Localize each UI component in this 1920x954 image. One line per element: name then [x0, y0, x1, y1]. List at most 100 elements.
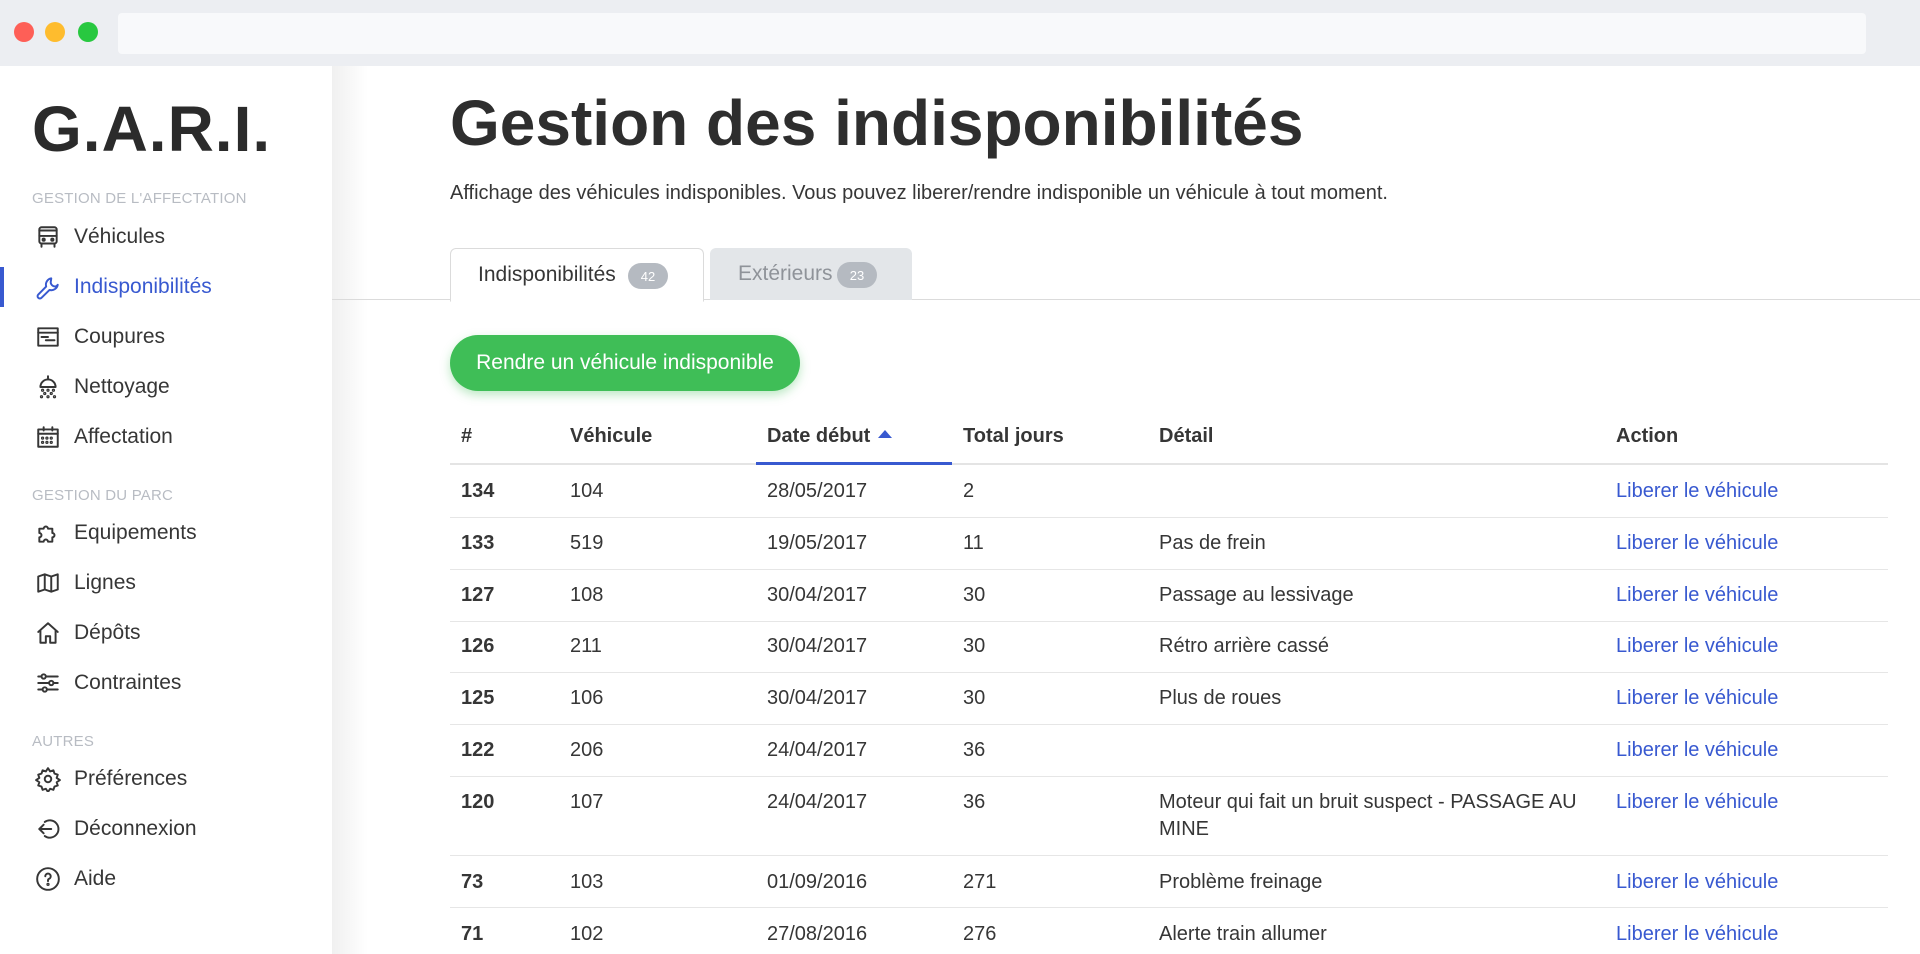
cell-id: 125	[461, 687, 495, 709]
cell-detail: Moteur qui fait un bruit suspect - PASSA…	[1159, 791, 1577, 840]
column-header-total-jours[interactable]: Total jours	[963, 425, 1064, 448]
liberer-vehicule-link[interactable]: Liberer le véhicule	[1616, 582, 1778, 609]
sidebar-item-affectation[interactable]: Affectation	[0, 417, 332, 457]
section-label-affectation: GESTION DE L'AFFECTATION	[32, 190, 247, 207]
count-badge: 42	[628, 263, 668, 289]
row-divider	[450, 517, 1888, 518]
sidebar-shadow	[332, 66, 368, 954]
cell-vehicule: 519	[570, 532, 604, 554]
help-icon	[34, 865, 62, 893]
cell-date-debut: 30/04/2017	[767, 635, 868, 657]
sidebar-item-label: Aide	[74, 867, 117, 890]
column-header-date-debut[interactable]: Date début	[767, 425, 893, 448]
tab-exterieurs[interactable]: Extérieurs 23	[710, 248, 912, 300]
sidebar-item-coupures[interactable]: Coupures	[0, 317, 332, 357]
calendar-icon	[34, 423, 62, 451]
section-label-parc: GESTION DU PARC	[32, 487, 174, 504]
cell-detail: Passage au lessivage	[1159, 584, 1354, 606]
sidebar-item-preferences[interactable]: Préférences	[0, 759, 332, 799]
liberer-vehicule-link[interactable]: Liberer le véhicule	[1616, 478, 1778, 505]
make-unavailable-button[interactable]: Rendre un véhicule indisponible	[450, 335, 800, 391]
sidebar-item-label: Affectation	[74, 425, 173, 448]
cell-vehicule: 104	[570, 480, 604, 502]
cell-detail: Alerte train allumer	[1159, 923, 1327, 945]
cell-vehicule: 206	[570, 739, 604, 761]
liberer-vehicule-link[interactable]: Liberer le véhicule	[1616, 685, 1778, 712]
cell-total-jours: 271	[963, 871, 997, 893]
tab-indisponibilites[interactable]: Indisponibilités 42	[450, 248, 704, 302]
column-header-vehicule[interactable]: Véhicule	[570, 425, 652, 448]
tab-label: Indisponibilités	[478, 263, 616, 286]
cell-total-jours: 36	[963, 791, 986, 813]
sidebar-item-label: Déconnexion	[74, 817, 197, 840]
sidebar-item-label: Indisponibilités	[74, 275, 212, 298]
cell-date-debut: 30/04/2017	[767, 584, 868, 606]
cell-id: 127	[461, 584, 495, 606]
cell-id: 71	[461, 923, 484, 945]
logout-icon	[34, 815, 62, 843]
sidebar-item-vehicules[interactable]: Véhicules	[0, 217, 332, 257]
sidebar-item-label: Préférences	[74, 767, 188, 790]
cell-vehicule: 107	[570, 791, 604, 813]
cell-date-debut: 24/04/2017	[767, 739, 868, 761]
gear-icon	[34, 765, 62, 793]
puzzle-icon	[34, 519, 62, 547]
liberer-vehicule-link[interactable]: Liberer le véhicule	[1616, 789, 1778, 816]
liberer-vehicule-link[interactable]: Liberer le véhicule	[1616, 737, 1778, 764]
sidebar-item-aide[interactable]: Aide	[0, 859, 332, 899]
browser-chrome	[0, 0, 1920, 66]
sidebar-item-label: Véhicules	[74, 225, 166, 248]
page-subtitle: Affichage des véhicules indisponibles. V…	[450, 182, 1388, 204]
column-header-id[interactable]: #	[461, 425, 472, 448]
row-divider	[450, 569, 1888, 570]
liberer-vehicule-link[interactable]: Liberer le véhicule	[1616, 921, 1778, 948]
liberer-vehicule-link[interactable]: Liberer le véhicule	[1616, 633, 1778, 660]
cell-total-jours: 36	[963, 739, 986, 761]
liberer-vehicule-link[interactable]: Liberer le véhicule	[1616, 869, 1778, 896]
column-header-action[interactable]: Action	[1616, 425, 1678, 448]
column-header-label: Date début	[767, 425, 871, 447]
shower-icon	[34, 373, 62, 401]
cell-total-jours: 276	[963, 923, 997, 945]
sidebar-item-indisponibilites[interactable]: Indisponibilités	[0, 267, 332, 307]
count-badge: 23	[837, 262, 877, 288]
bus-icon	[34, 223, 62, 251]
cell-id: 126	[461, 635, 495, 657]
tab-label: Extérieurs	[738, 262, 833, 285]
cell-total-jours: 30	[963, 584, 986, 606]
cell-date-debut: 19/05/2017	[767, 532, 868, 554]
cell-total-jours: 2	[963, 480, 975, 502]
cell-detail: Pas de frein	[1159, 532, 1266, 554]
sidebar-item-nettoyage[interactable]: Nettoyage	[0, 367, 332, 407]
cell-vehicule: 102	[570, 923, 604, 945]
cell-id: 133	[461, 532, 495, 554]
sidebar-item-contraintes[interactable]: Contraintes	[0, 663, 332, 703]
section-label-autres: AUTRES	[32, 733, 95, 750]
minimize-window-button[interactable]	[45, 22, 65, 42]
cell-vehicule: 106	[570, 687, 604, 709]
sidebar-item-depots[interactable]: Dépôts	[0, 613, 332, 653]
sidebar-item-lignes[interactable]: Lignes	[0, 563, 332, 603]
address-bar[interactable]	[118, 13, 1866, 54]
sliders-icon	[34, 669, 62, 697]
liberer-vehicule-link[interactable]: Liberer le véhicule	[1616, 530, 1778, 557]
cell-date-debut: 30/04/2017	[767, 687, 868, 709]
page-title: Gestion des indisponibilités	[450, 87, 1304, 159]
cell-date-debut: 27/08/2016	[767, 923, 868, 945]
cell-date-debut: 28/05/2017	[767, 480, 868, 502]
app-logo: G.A.R.I.	[32, 93, 272, 165]
sidebar-item-deconnexion[interactable]: Déconnexion	[0, 809, 332, 849]
close-window-button[interactable]	[14, 22, 34, 42]
home-icon	[34, 619, 62, 647]
row-divider	[450, 776, 1888, 777]
cell-total-jours: 30	[963, 687, 986, 709]
cell-id: 120	[461, 791, 495, 813]
column-header-detail[interactable]: Détail	[1159, 425, 1213, 448]
maximize-window-button[interactable]	[78, 22, 98, 42]
sidebar-item-label: Equipements	[74, 521, 197, 544]
wrench-icon	[34, 273, 62, 301]
sidebar-item-equipements[interactable]: Equipements	[0, 513, 332, 553]
sidebar-item-label: Coupures	[74, 325, 166, 348]
map-icon	[34, 569, 62, 597]
sort-indicator	[756, 462, 952, 465]
